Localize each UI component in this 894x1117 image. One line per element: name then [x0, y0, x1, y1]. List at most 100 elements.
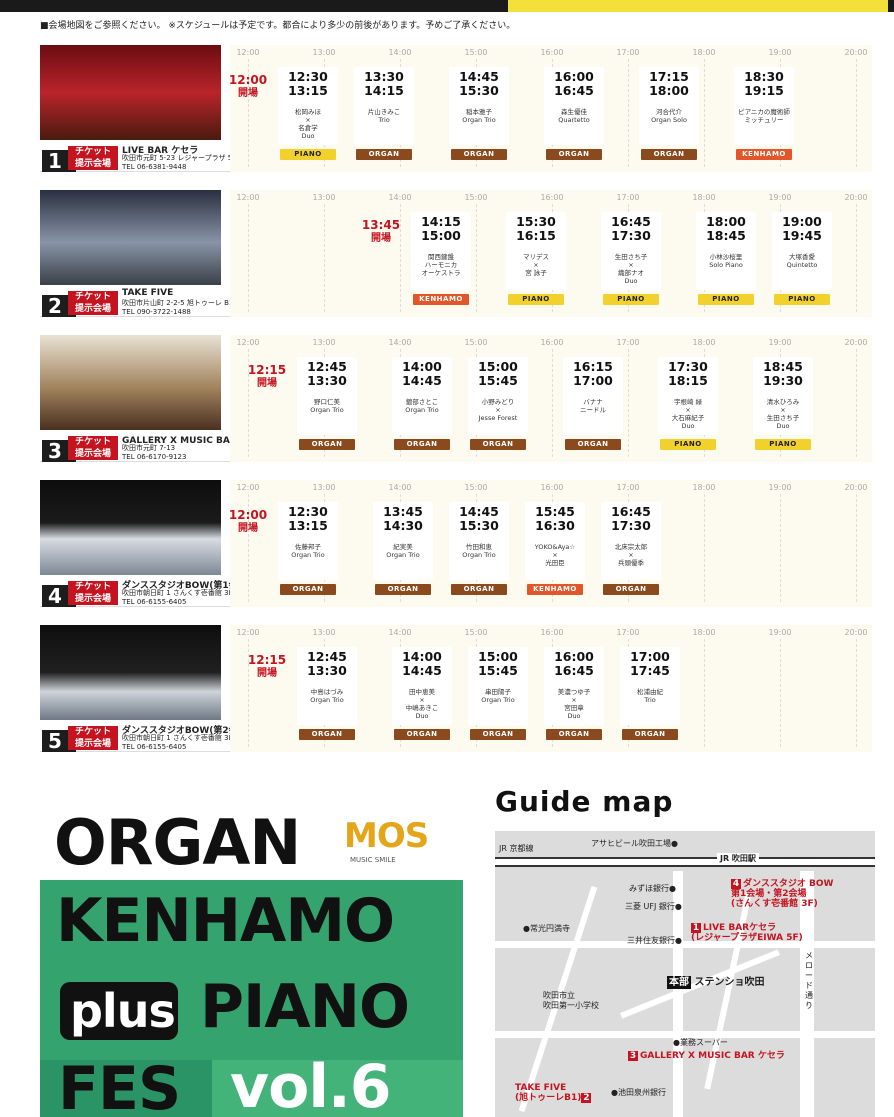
instrument-badge: KENHAMO	[736, 149, 792, 160]
slot-performer: 美濃つゆ子 × 宮田章 Duo	[557, 688, 591, 720]
slot-performer: 野口仁美 Organ Trio	[310, 398, 344, 414]
performance-slot: 16:45 17:30 生田さち子 × 織部ナオ Duo PIANO	[601, 212, 661, 314]
map-venue-3: 3 GALLERY X MUSIC BAR ケセラ	[628, 1051, 785, 1061]
instrument-badge: ORGAN	[470, 729, 526, 740]
open-time: 13:45 開場	[361, 218, 401, 244]
instrument-badge: ORGAN	[603, 584, 659, 595]
slot-time: 16:45 17:30	[611, 214, 651, 243]
venue-name: TAKE FIVE	[122, 288, 174, 298]
timeline-grid: 12:00 13:00 14:00 15:00 16:00 17:00 18:00 19:00…	[230, 335, 872, 462]
instrument-badge: ORGAN	[394, 439, 450, 450]
instrument-badge: ORGAN	[356, 149, 412, 160]
slot-performer: 森生優佳 Quartetto	[558, 108, 590, 124]
ticket-tag: チケット 提示会場	[68, 146, 118, 170]
hour-gridline	[628, 349, 629, 457]
slot-time: 18:45 19:30	[763, 359, 803, 388]
instrument-badge: ORGAN	[451, 584, 507, 595]
hour-label: 17:00	[616, 628, 640, 637]
performance-slot: 15:45 16:30 YOKO&Aya☆ × 光田臣 KENHAMO	[525, 502, 585, 604]
slot-time: 16:00 16:45	[554, 69, 594, 98]
slot-time: 13:45 14:30	[383, 504, 423, 533]
performance-slot: 14:15 15:00 関西鍵盤 ハーモニカ オーケストラ KENHAMO	[411, 212, 471, 314]
slot-time: 16:15 17:00	[573, 359, 613, 388]
hour-gridline	[628, 59, 629, 167]
map-label-ikeda: ●池田泉州銀行	[611, 1088, 666, 1097]
performance-slot: 17:15 18:00 河合代介 Organ Solo ORGAN	[639, 67, 699, 169]
slot-time: 12:45 13:30	[307, 359, 347, 388]
top-banner	[0, 0, 894, 12]
venue-address: 吹田市朝日町 1 さんくす壱番館 3F TEL 06-6155-6405	[122, 589, 233, 606]
slot-time: 15:00 15:45	[478, 359, 518, 388]
hour-label: 18:00	[692, 483, 716, 492]
open-time: 12:00 開場	[228, 73, 268, 99]
hour-label: 13:00	[312, 193, 336, 202]
performance-slot: 15:30 16:15 マリデス × 宮 詠子 PIANO	[506, 212, 566, 314]
slot-time: 15:45 16:30	[535, 504, 575, 533]
hour-gridline	[856, 204, 857, 312]
hour-label: 16:00	[540, 628, 564, 637]
map-venue-2: TAKE FIVE (旭トゥーレB1) 2	[515, 1083, 592, 1103]
map-title: Guide map	[495, 785, 674, 818]
slot-performer: 河合代介 Organ Solo	[651, 108, 687, 124]
instrument-badge: ORGAN	[394, 729, 450, 740]
hour-label: 19:00	[768, 483, 792, 492]
hour-label: 15:00	[464, 338, 488, 347]
hour-label: 12:00	[236, 628, 260, 637]
instrument-badge: ORGAN	[565, 439, 621, 450]
instrument-badge: ORGAN	[546, 149, 602, 160]
open-time: 12:15 開場	[247, 653, 287, 679]
slot-time: 19:00 19:45	[782, 214, 822, 243]
hour-label: 13:00	[312, 48, 336, 57]
venue-photo	[40, 480, 221, 575]
open-time: 12:15 開場	[247, 363, 287, 389]
guide-map: Guide map JR 京都線 アサヒビール吹田工場● JR 吹田駅 みずほ銀…	[495, 785, 875, 1117]
hour-label: 20:00	[844, 193, 868, 202]
venue-row: 5 チケット 提示会場 ダンススタジオBOW(第2会場) 吹田市朝日町 1 さん…	[40, 625, 872, 752]
hour-gridline	[248, 204, 249, 312]
venue-row: 1 チケット 提示会場 LIVE BAR ケセラ 吹田市元町 5-23 レジャー…	[40, 45, 872, 172]
venue-address: 吹田市元町 5-23 レジャープラザ 5F TEL 06-6381-9448	[122, 154, 237, 171]
hour-label: 14:00	[388, 48, 412, 57]
slot-performer: 小野みどり × Jesse Forest	[478, 398, 518, 422]
instrument-badge: ORGAN	[375, 584, 431, 595]
slot-time: 14:45 15:30	[459, 504, 499, 533]
hour-label: 20:00	[844, 338, 868, 347]
hour-gridline	[780, 494, 781, 602]
hour-label: 12:00	[236, 338, 260, 347]
hour-label: 15:00	[464, 483, 488, 492]
slot-time: 15:00 15:45	[478, 649, 518, 678]
slot-time: 14:45 15:30	[459, 69, 499, 98]
hour-label: 19:00	[768, 338, 792, 347]
venue-photo	[40, 45, 221, 140]
performance-slot: 16:15 17:00 バナナ ニードル ORGAN	[563, 357, 623, 459]
hour-label: 20:00	[844, 48, 868, 57]
map-label-jr-suita: JR 吹田駅	[717, 853, 759, 864]
instrument-badge: PIANO	[660, 439, 716, 450]
performance-slot: 15:00 15:45 小野みどり × Jesse Forest ORGAN	[468, 357, 528, 459]
slot-performer: 中島はづみ Organ Trio	[310, 688, 344, 704]
hour-gridline	[704, 639, 705, 747]
slot-performer: 田中恵美 × 中嶋あきこ Duo	[405, 688, 439, 720]
map-label-temple: ●常光円満寺	[523, 924, 570, 933]
logo-piano: PIANO	[200, 972, 410, 1042]
map-hq: 本部 ステンショ吹田	[667, 976, 765, 989]
slot-performer: 鍍部さとこ Organ Trio	[405, 398, 439, 414]
hour-label: 14:00	[388, 628, 412, 637]
slot-performer: 佐藤邦子 Organ Trio	[291, 543, 325, 559]
open-time: 12:00 開場	[228, 508, 268, 534]
hour-label: 12:00	[236, 193, 260, 202]
hour-label: 17:00	[616, 48, 640, 57]
slot-performer: 生田さち子 × 織部ナオ Duo	[614, 253, 648, 285]
ticket-tag: チケット 提示会場	[68, 436, 118, 460]
slot-time: 17:15 18:00	[649, 69, 689, 98]
hour-label: 13:00	[312, 338, 336, 347]
instrument-badge: ORGAN	[622, 729, 678, 740]
performance-slot: 12:45 13:30 中島はづみ Organ Trio ORGAN	[297, 647, 357, 749]
instrument-badge: PIANO	[698, 294, 754, 305]
slot-time: 14:15 15:00	[421, 214, 461, 243]
instrument-badge: ORGAN	[299, 729, 355, 740]
instrument-badge: PIANO	[755, 439, 811, 450]
slot-time: 15:30 16:15	[516, 214, 556, 243]
timeline-grid: 12:00 13:00 14:00 15:00 16:00 17:00 18:00 19:00…	[230, 625, 872, 752]
ticket-tag: チケット 提示会場	[68, 581, 118, 605]
